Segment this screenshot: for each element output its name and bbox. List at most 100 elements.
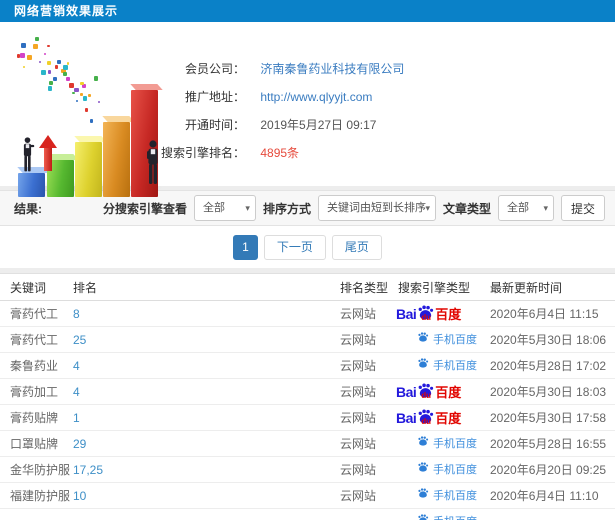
chart-bar-orange xyxy=(103,122,130,197)
table-row: 膏药代工 25 云网站 手机百度 2020年5月30日 18:06 xyxy=(0,327,615,353)
engine-rank-label: 搜索引擎排名： xyxy=(160,146,245,160)
businessman-left-figure xyxy=(20,137,35,173)
table-row: 口罩贴牌 29 云网站 手机百度 2020年5月28日 16:55 xyxy=(0,431,615,457)
company-link[interactable]: 济南秦鲁药业科技有限公司 xyxy=(260,62,404,76)
header-rank: 排名 xyxy=(73,280,98,295)
mobile-baidu-logo: 手机百度 xyxy=(417,461,477,477)
header-update-time: 最新更新时间 xyxy=(490,280,563,295)
rank-link[interactable]: 1 xyxy=(73,411,340,425)
keyword-cell: 口罩贴牌 xyxy=(10,437,59,451)
update-time-cell: 2020年6月4日 11:10 xyxy=(490,489,599,503)
mobile-baidu-logo: 手机百度 xyxy=(417,513,477,520)
sort-filter-label: 排序方式 xyxy=(262,201,311,216)
rank-link[interactable]: 10 xyxy=(73,489,340,503)
baidu-logo: Bai du 百度 xyxy=(396,383,462,400)
rank-type-cell: 云网站 xyxy=(340,411,377,425)
company-label: 会员公司： xyxy=(184,62,245,76)
baidu-paw-icon: du xyxy=(417,383,434,400)
header-engine-type: 搜索引擎类型 xyxy=(398,280,471,295)
keyword-cell: 膏药贴牌 xyxy=(10,411,59,425)
engine-cell: Bai du 百度 xyxy=(396,383,490,400)
table-row: 金华防护服 17,25 云网站 手机百度 2020年6月20日 09:25 xyxy=(0,457,615,483)
open-time-row: 开通时间： 2019年5月27日 09:17 xyxy=(145,111,404,139)
chevron-down-icon: ▾ xyxy=(245,203,250,213)
rank-type-cell: 云网站 xyxy=(340,359,377,373)
rank-link[interactable]: 25 xyxy=(73,333,340,347)
update-time-cell: 2020年5月28日 16:55 xyxy=(490,437,607,451)
keyword-cell: 膏药代工 xyxy=(10,307,59,321)
rank-type-cell: 云网站 xyxy=(340,333,377,347)
company-row: 会员公司： 济南秦鲁药业科技有限公司 xyxy=(145,55,404,83)
open-time-label: 开通时间： xyxy=(184,118,245,132)
keyword-cell: 膏药代工 xyxy=(10,333,59,347)
baidu-paw-icon xyxy=(417,332,429,345)
open-time-value: 2019年5月27日 09:17 xyxy=(260,118,377,132)
update-time-cell: 2020年5月30日 18:03 xyxy=(490,385,607,399)
page-number-current[interactable]: 1 xyxy=(233,234,258,260)
mobile-baidu-logo: 手机百度 xyxy=(417,331,477,347)
chevron-down-icon: ▾ xyxy=(543,203,548,213)
promo-url-link[interactable]: http://www.qlyyjt.com xyxy=(260,90,372,104)
rank-type-cell: 云网站 xyxy=(340,489,377,503)
rank-link[interactable]: 4 xyxy=(73,359,340,373)
next-page-button[interactable]: 下一页 xyxy=(263,234,326,260)
engine-cell: 手机百度 xyxy=(398,357,490,375)
baidu-paw-icon xyxy=(417,514,429,520)
baidu-paw-icon xyxy=(417,436,429,449)
engine-filter-value: 全部 xyxy=(202,202,225,214)
header-keyword: 关键词 xyxy=(10,280,47,295)
keyword-cell: 福建防护服 xyxy=(10,489,71,503)
engine-cell: 手机百度 xyxy=(398,513,490,520)
engine-cell: 手机百度 xyxy=(398,331,490,349)
baidu-paw-icon xyxy=(417,488,429,501)
rank-type-cell: 云网站 xyxy=(340,307,377,321)
mobile-baidu-logo: 手机百度 xyxy=(417,487,477,503)
rank-link[interactable]: 17,25 xyxy=(73,463,340,477)
engine-rank-count: 4895条 xyxy=(260,146,300,160)
filter-controls: 分搜索引擎查看 全部 ▾ 排序方式 关键词由短到长排序 ▾ 文章类型 全部 ▾ … xyxy=(103,195,605,221)
header-rank-type: 排名类型 xyxy=(340,280,389,295)
article-type-label: 文章类型 xyxy=(442,201,491,216)
chevron-down-icon: ▾ xyxy=(425,203,430,213)
baidu-paw-icon xyxy=(417,462,429,475)
engine-filter-select[interactable]: 全部 ▾ xyxy=(193,195,256,221)
baidu-logo: Bai du 百度 xyxy=(396,305,462,322)
member-info-section: 会员公司： 济南秦鲁药业科技有限公司 推广地址： http://www.qlyy… xyxy=(0,22,615,197)
engine-cell: 手机百度 xyxy=(398,435,490,453)
update-time-cell: 2020年5月30日 17:58 xyxy=(490,411,607,425)
article-type-select[interactable]: 全部 ▾ xyxy=(497,195,554,221)
table-row: 秦鲁药业 4 云网站 手机百度 2020年5月28日 17:02 xyxy=(0,353,615,379)
table-row-partial: 手机百度 xyxy=(0,509,615,520)
keyword-cell: 膏药加工 xyxy=(10,385,59,399)
table-header-row: 关键词 排名 排名类型 搜索引擎类型 最新更新时间 xyxy=(0,274,615,301)
promo-url-row: 推广地址： http://www.qlyyjt.com xyxy=(145,83,404,111)
submit-button[interactable]: 提交 xyxy=(560,195,605,221)
chart-bar-yellow xyxy=(75,142,102,197)
rank-link[interactable]: 29 xyxy=(73,437,340,451)
article-type-value: 全部 xyxy=(506,202,529,214)
baidu-logo: Bai du 百度 xyxy=(396,409,462,426)
growth-arrow-icon xyxy=(39,135,57,171)
last-page-button[interactable]: 尾页 xyxy=(331,234,382,260)
rank-type-cell: 云网站 xyxy=(340,463,377,477)
sort-filter-value: 关键词由短到长排序 xyxy=(326,202,426,214)
page-title-bar: 网络营销效果展示 xyxy=(0,0,615,22)
rank-type-cell: 云网站 xyxy=(340,437,377,451)
table-row: 膏药贴牌 1 云网站 Bai du 百度 2020年5月30日 17:58 xyxy=(0,405,615,431)
rank-type-cell: 云网站 xyxy=(340,385,377,399)
rank-link[interactable]: 8 xyxy=(73,307,340,321)
engine-cell: 手机百度 xyxy=(398,487,490,505)
sort-filter-select[interactable]: 关键词由短到长排序 ▾ xyxy=(317,195,436,221)
keyword-rank-table: 关键词 排名 排名类型 搜索引擎类型 最新更新时间 膏药代工 8 云网站 Bai… xyxy=(0,273,615,520)
baidu-paw-icon: du xyxy=(417,409,434,426)
engine-filter-label: 分搜索引擎查看 xyxy=(102,201,187,216)
result-label: 结果: xyxy=(14,201,42,216)
engine-cell: 手机百度 xyxy=(398,461,490,479)
keyword-cell: 秦鲁药业 xyxy=(10,359,59,373)
engine-cell: Bai du 百度 xyxy=(396,305,490,322)
engine-rank-row: 搜索引擎排名： 4895条 xyxy=(145,139,404,167)
rank-link[interactable]: 4 xyxy=(73,385,340,399)
chart-bar-blue xyxy=(18,173,45,197)
table-row: 福建防护服 10 云网站 手机百度 2020年6月4日 11:10 xyxy=(0,483,615,509)
table-body: 膏药代工 8 云网站 Bai du 百度 2020年6月4日 11:15 膏药代工 … xyxy=(0,301,615,520)
